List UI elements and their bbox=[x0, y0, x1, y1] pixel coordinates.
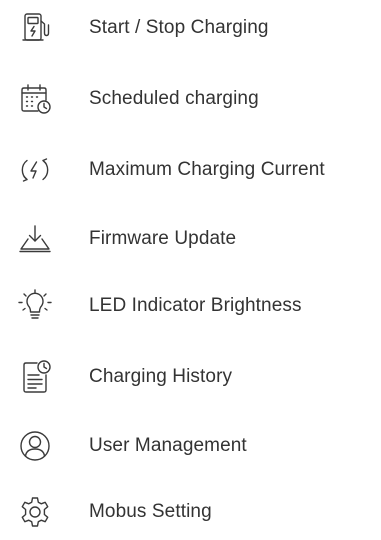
menu-item-scheduled-charging[interactable]: Scheduled charging bbox=[0, 71, 381, 127]
menu-item-label: Scheduled charging bbox=[89, 88, 259, 109]
menu-item-charging-history[interactable]: Charging History bbox=[0, 349, 381, 405]
menu-item-maximum-charging-current[interactable]: Maximum Charging Current bbox=[0, 142, 381, 198]
menu-item-led-indicator-brightness[interactable]: LED Indicator Brightness bbox=[0, 278, 381, 334]
calendar-clock-icon bbox=[17, 81, 53, 117]
document-clock-icon bbox=[17, 359, 53, 395]
menu-item-label: Firmware Update bbox=[89, 228, 237, 249]
menu-item-user-management[interactable]: User Management bbox=[0, 418, 381, 474]
menu-item-label: Mobus Setting bbox=[89, 501, 212, 522]
user-circle-icon bbox=[17, 428, 53, 464]
menu-item-label: Maximum Charging Current bbox=[89, 159, 325, 180]
charging-station-icon bbox=[17, 10, 53, 46]
menu-item-mobus-setting[interactable]: Mobus Setting bbox=[0, 484, 381, 540]
menu-item-label: LED Indicator Brightness bbox=[89, 295, 302, 316]
gear-icon bbox=[17, 494, 53, 530]
menu-item-start-stop-charging[interactable]: Start / Stop Charging bbox=[0, 0, 381, 56]
current-cycle-icon bbox=[17, 152, 53, 188]
menu-item-label: Charging History bbox=[89, 366, 233, 387]
menu-item-label: Start / Stop Charging bbox=[89, 17, 269, 38]
lightbulb-icon bbox=[17, 288, 53, 324]
download-tray-icon bbox=[17, 221, 53, 257]
menu-item-label: User Management bbox=[89, 435, 247, 456]
settings-menu: Start / Stop Charging Scheduled charging bbox=[0, 0, 381, 534]
menu-item-firmware-update[interactable]: Firmware Update bbox=[0, 211, 381, 267]
